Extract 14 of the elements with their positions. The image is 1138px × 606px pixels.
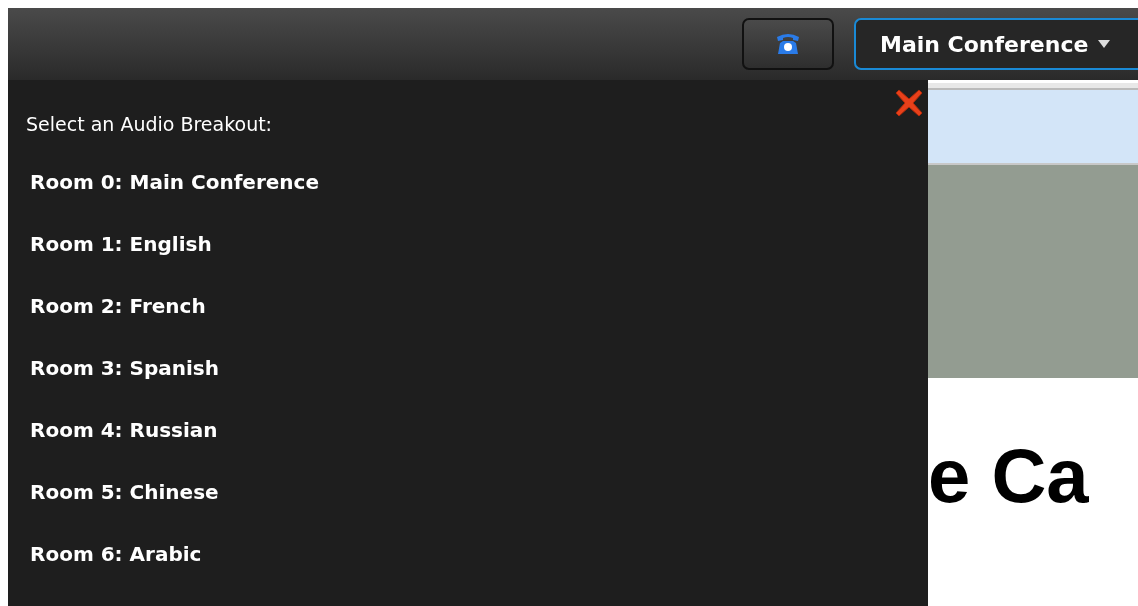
room-option[interactable]: Room 2: French [26,291,206,321]
room-option[interactable]: Room 3: Spanish [26,353,219,383]
menu-title: Select an Audio Breakout: [26,112,273,137]
conference-dropdown[interactable]: Main Conference [854,18,1138,70]
room-option[interactable]: Room 5: Chinese [26,477,219,507]
room-option[interactable]: Room 6: Arabic [26,539,202,569]
telephone-icon [775,32,801,56]
room-option[interactable]: Room 1: English [26,229,212,259]
phone-button[interactable] [742,18,834,70]
slide-heading: e Ca [928,438,1089,514]
room-option[interactable]: Room 4: Russian [26,415,218,445]
close-icon[interactable] [894,88,924,118]
caret-icon [1098,40,1111,48]
room-option[interactable]: Room 0: Main Conference [26,167,320,197]
